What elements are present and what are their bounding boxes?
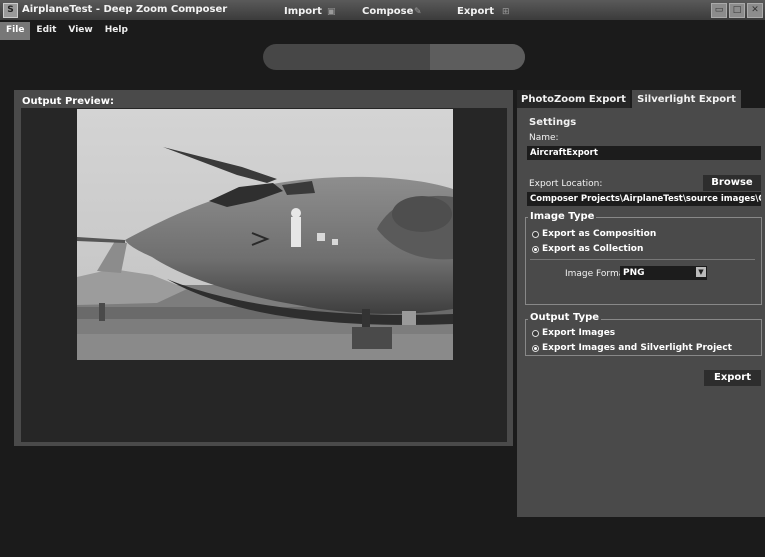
- export-images-label: Export Images: [542, 328, 616, 338]
- export-images-and-project-label: Export Images and Silverlight Project: [542, 343, 732, 353]
- name-field[interactable]: AircraftExport: [527, 146, 761, 160]
- menu-bar: File Edit View Help: [0, 22, 765, 40]
- settings-heading: Settings: [529, 117, 577, 128]
- export-button[interactable]: Export: [704, 370, 761, 386]
- window-title: AirplaneTest - Deep Zoom Composer: [22, 4, 228, 15]
- radio-button[interactable]: [532, 329, 539, 337]
- name-label: Name:: [529, 133, 559, 143]
- radio-button-selected[interactable]: [532, 245, 539, 253]
- import-icon: ▣: [327, 7, 336, 17]
- image-format-value: PNG: [623, 268, 645, 278]
- export-as-collection-label: Export as Collection: [542, 244, 644, 254]
- chevron-down-icon[interactable]: ▼: [696, 267, 706, 277]
- output-preview-label: Output Preview:: [22, 96, 114, 107]
- export-images-option[interactable]: Export Images: [532, 328, 615, 338]
- menu-edit[interactable]: Edit: [30, 22, 62, 40]
- image-type-title: Image Type: [528, 211, 597, 222]
- tab-photozoom-export[interactable]: PhotoZoom Export: [517, 90, 630, 109]
- export-location-field[interactable]: Composer Projects\AirplaneTest\source im…: [527, 192, 761, 206]
- radio-button[interactable]: [532, 230, 539, 238]
- browse-button[interactable]: Browse: [703, 175, 761, 191]
- maximize-button[interactable]: □: [729, 3, 745, 18]
- export-as-composition-option[interactable]: Export as Composition: [532, 229, 656, 239]
- menu-view[interactable]: View: [62, 22, 98, 40]
- output-type-title: Output Type: [528, 312, 602, 323]
- export-location-label: Export Location:: [529, 179, 603, 189]
- menu-file[interactable]: File: [0, 22, 31, 40]
- airplane-photo: [77, 109, 453, 360]
- workflow-import-button[interactable]: Import: [284, 6, 322, 17]
- export-as-composition-label: Export as Composition: [542, 229, 657, 239]
- image-format-select[interactable]: PNG ▼: [620, 266, 707, 280]
- export-images-and-project-option[interactable]: Export Images and Silverlight Project: [532, 343, 732, 353]
- tab-silverlight-export[interactable]: Silverlight Export: [632, 90, 741, 109]
- workflow-export-highlight: [430, 44, 525, 70]
- menu-help[interactable]: Help: [99, 22, 134, 40]
- radio-button-selected[interactable]: [532, 344, 539, 352]
- close-button[interactable]: ✕: [747, 3, 763, 18]
- app-icon[interactable]: S: [3, 3, 18, 18]
- window-controls: ▭ □ ✕: [711, 3, 763, 18]
- export-as-collection-option[interactable]: Export as Collection: [532, 244, 643, 254]
- divider: [530, 259, 755, 260]
- minimize-button[interactable]: ▭: [711, 3, 727, 18]
- compose-icon: ✎: [414, 7, 422, 17]
- export-icon: ⊞: [502, 7, 510, 17]
- workflow-export-button[interactable]: Export: [457, 6, 494, 17]
- workflow-compose-button[interactable]: Compose: [362, 6, 413, 17]
